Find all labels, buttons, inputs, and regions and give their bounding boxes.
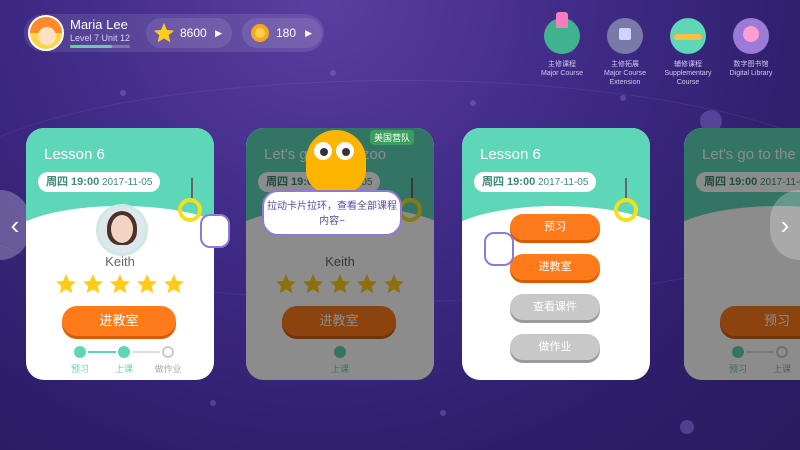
pointer-hand-icon bbox=[484, 232, 514, 266]
empty-circle-icon bbox=[162, 346, 174, 358]
pointer-hand-icon bbox=[200, 214, 230, 248]
teacher-avatar bbox=[96, 204, 148, 256]
card-title: Lesson 6 bbox=[480, 146, 541, 163]
star-icon bbox=[164, 274, 184, 294]
play-arrow-icon: ▶ bbox=[305, 28, 312, 38]
star-icon bbox=[110, 274, 130, 294]
check-icon bbox=[74, 346, 86, 358]
pull-ring-handle[interactable] bbox=[178, 198, 202, 222]
planet-flower-icon bbox=[733, 18, 769, 54]
star-icon bbox=[137, 274, 157, 294]
nav-major-extension[interactable]: 主修拓展 Major Course Extension bbox=[597, 18, 653, 87]
lesson-card[interactable]: Lesson 6 周四 19:00 2017-11-05 Keith 进教室 预… bbox=[26, 128, 214, 380]
rating-stars bbox=[54, 272, 188, 294]
lesson-screen: Maria Lee Level 7 Unit 12 8600 ▶ 180 ▶ 主… bbox=[0, 0, 800, 450]
homework-button[interactable]: 做作业 bbox=[510, 334, 600, 360]
view-courseware-button[interactable]: 查看课件 bbox=[510, 294, 600, 320]
gems-counter[interactable]: 180 ▶ bbox=[242, 18, 322, 48]
gem-icon bbox=[251, 24, 269, 42]
planet-alien-icon bbox=[670, 18, 706, 54]
profile-bar: Maria Lee Level 7 Unit 12 8600 ▶ 180 ▶ bbox=[24, 14, 324, 52]
user-level: Level 7 Unit 12 bbox=[70, 33, 131, 43]
star-icon bbox=[83, 274, 103, 294]
planet-castle-icon bbox=[544, 12, 580, 54]
preview-button[interactable]: 预习 bbox=[510, 214, 600, 240]
teacher-name: Keith bbox=[105, 254, 135, 269]
lesson-progress: 预习 上课 做作业 bbox=[66, 346, 182, 376]
pull-ring-handle[interactable] bbox=[614, 198, 638, 222]
mascot bbox=[306, 130, 366, 194]
card-date: 周四 19:00 2017-11-05 bbox=[38, 172, 161, 192]
tooltip-bubble: 拉动卡片拉环，查看全部课程内容~ bbox=[262, 190, 402, 236]
star-icon bbox=[56, 274, 76, 294]
user-name: Maria Lee bbox=[70, 17, 128, 32]
enter-classroom-button[interactable]: 进教室 bbox=[62, 306, 176, 336]
card-title: Lesson 6 bbox=[44, 146, 105, 163]
check-icon bbox=[118, 346, 130, 358]
avatar[interactable] bbox=[28, 15, 64, 51]
card-date: 周四 19:00 2017-11-05 bbox=[474, 172, 597, 192]
nav-digital-library[interactable]: 数字图书馆 Digital Library bbox=[723, 18, 779, 78]
nav-supplementary[interactable]: 辅修课程 Supplementary Course bbox=[660, 18, 716, 87]
mascot-tag: 美国营队 bbox=[370, 130, 415, 145]
play-arrow-icon: ▶ bbox=[215, 28, 222, 38]
enter-classroom-button[interactable]: 进教室 bbox=[510, 254, 600, 280]
planet-lock-icon bbox=[607, 18, 643, 54]
stars-counter[interactable]: 8600 ▶ bbox=[146, 18, 232, 48]
nav-major-course[interactable]: 主修课程 Major Course bbox=[534, 12, 590, 78]
star-icon bbox=[154, 23, 174, 43]
xp-bar bbox=[70, 45, 130, 48]
